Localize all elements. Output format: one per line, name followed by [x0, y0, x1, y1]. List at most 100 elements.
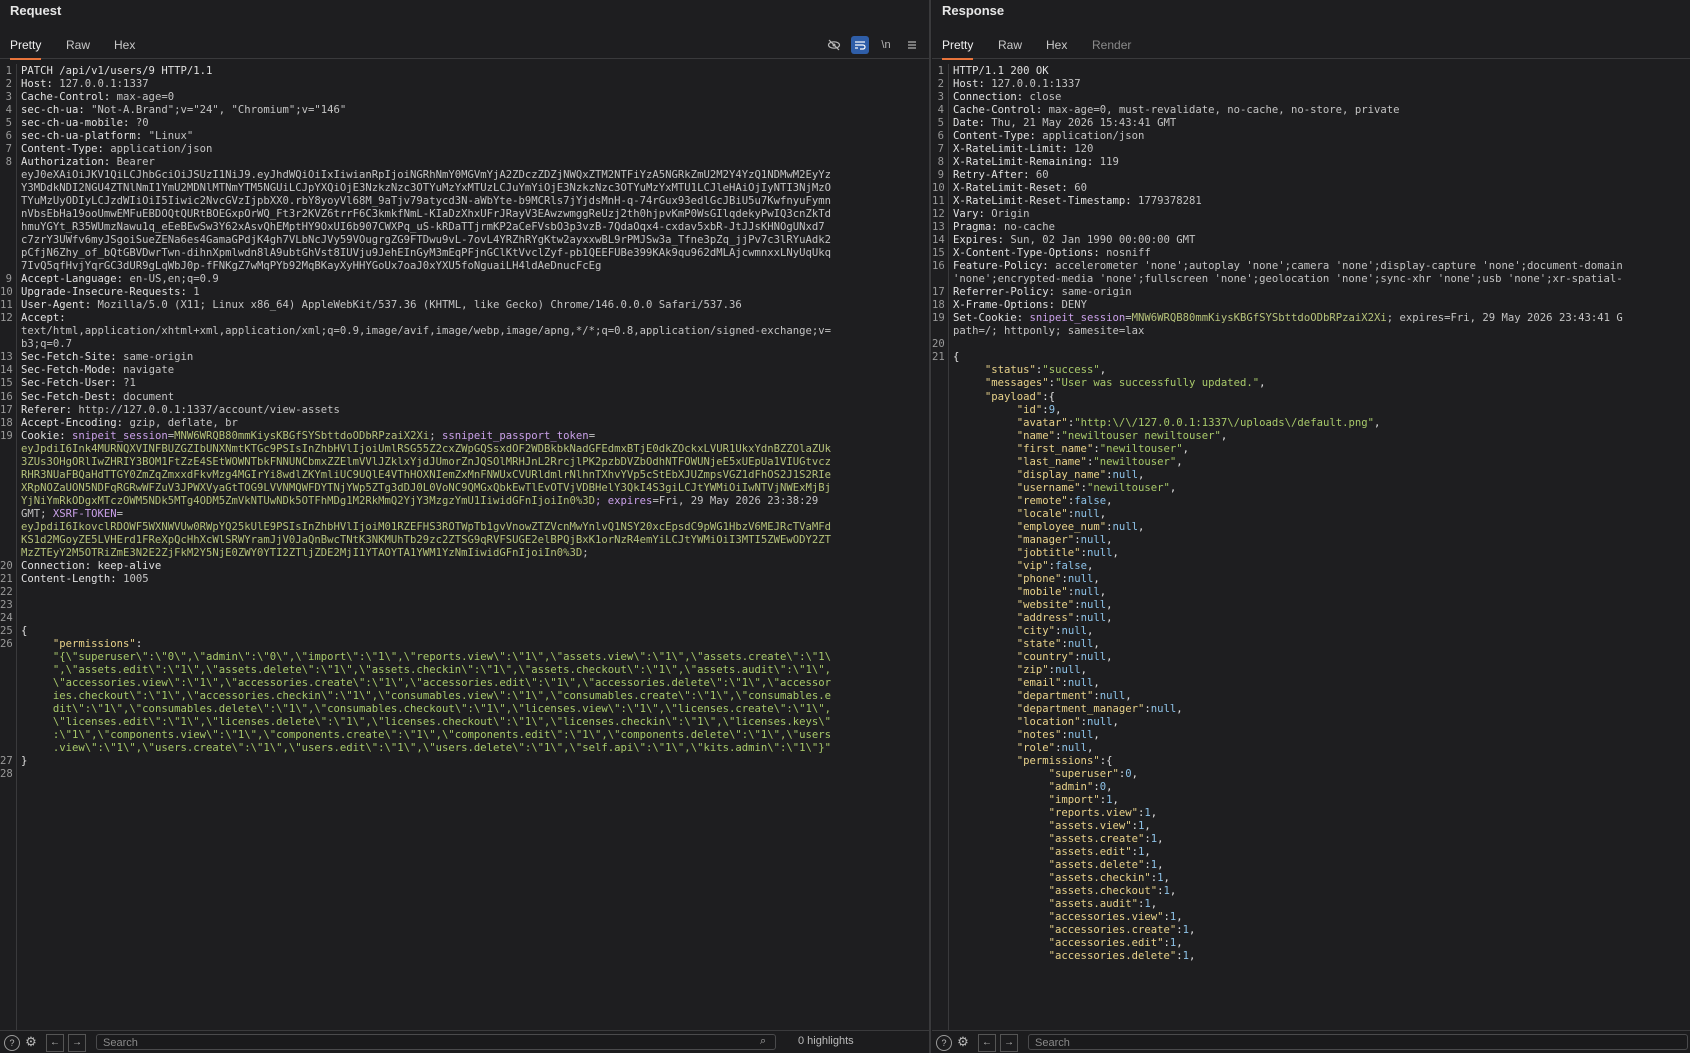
code-token: ,: [1157, 859, 1164, 872]
response-line: "role":null,: [932, 741, 1690, 755]
code-token: eyJ0eXAiOiJKV1QiLCJhbGciOiJSUzI1NiJ9.eyJ…: [21, 169, 832, 182]
request-tab-raw[interactable]: Raw: [66, 38, 90, 58]
line-code: RHR3NUaFBQaHdTTGY0ZmZqZmxxdFkvMzg4MGIrYi…: [21, 468, 927, 482]
wrap-icon[interactable]: [851, 36, 869, 54]
response-line: "messages":"User was successfully update…: [932, 376, 1690, 390]
request-line: 11 User-Agent: Mozilla/5.0 (X11; Linux x8…: [0, 298, 929, 312]
response-line: "locale":null,: [932, 507, 1690, 521]
code-token: ,: [1182, 442, 1190, 455]
newline-icon[interactable]: \n: [877, 36, 895, 54]
code-token: null: [1080, 533, 1107, 546]
response-line: "last_name":"newiltouser",: [932, 455, 1690, 469]
response-tab-render[interactable]: Render: [1092, 38, 1131, 58]
back-arrow-icon[interactable]: ←: [978, 1034, 996, 1052]
help-icon[interactable]: ?: [936, 1035, 952, 1051]
gear-icon[interactable]: ⚙: [24, 1035, 38, 1049]
code-token: null: [1150, 702, 1177, 715]
code-token: XSRF-TOKEN: [52, 507, 117, 520]
code-token: "zip": [1016, 663, 1049, 676]
code-token: "accessories.delete": [1048, 950, 1177, 963]
code-token: "role": [1016, 742, 1056, 755]
code-token: c7zrY3UWfv6myJSgoiSueZENa6es4GamaGPdjK4g…: [21, 234, 832, 247]
line-code: ies.checkout\":\"1\",\"accessories.check…: [21, 689, 927, 703]
code-token: GMT;: [21, 507, 53, 520]
response-tab-pretty[interactable]: Pretty: [942, 38, 974, 60]
code-token: null: [1055, 663, 1081, 676]
line-code: Sec-Fetch-Mode: navigate: [21, 363, 927, 377]
line-code: "permissions":: [21, 637, 927, 651]
request-line: 2 Host: 127.0.0.1:1337: [0, 77, 929, 91]
request-line: 19 Cookie: snipeit_session = MNW6WRQB80mmKi…: [0, 429, 929, 443]
code-token: null: [1067, 572, 1094, 585]
help-icon[interactable]: ?: [4, 1035, 20, 1051]
code-token: ,: [1112, 794, 1119, 807]
response-editor[interactable]: 1 HTTP/1.1 200 OK 2 Host: 127.0.0.1:1337 3 Co…: [932, 64, 1690, 1031]
back-arrow-icon[interactable]: ←: [46, 1034, 64, 1052]
response-search-input[interactable]: Search: [1028, 1034, 1688, 1050]
response-line: "accessories.delete":1,: [932, 949, 1690, 963]
code-token: ;: [582, 546, 589, 559]
line-code: "jobtitle":null,: [953, 546, 1688, 560]
code-token: 'none';encrypted-media 'none';fullscreen…: [953, 273, 1623, 286]
code-token: ssnipeit_passport_token: [441, 429, 589, 442]
response-line: "permissions":{: [932, 754, 1690, 768]
code-token: "permissions": [1016, 755, 1100, 768]
forward-arrow-icon[interactable]: →: [1000, 1034, 1018, 1052]
response-line: "import":1,: [932, 793, 1690, 807]
code-token: :{: [1042, 390, 1056, 403]
line-number: 15: [932, 247, 945, 260]
code-token: "import": [1048, 794, 1100, 807]
line-code: "zip":null,: [953, 663, 1688, 677]
line-code: "location":null,: [953, 715, 1688, 729]
line-number: 28: [0, 768, 13, 781]
line-code: KS1d2MGoyZE5LVHErd1FReXpQcHhXcWlSRWYramJ…: [21, 533, 927, 547]
code-token: navigate: [123, 364, 175, 377]
request-line: eyJpdiI6Ink4MURNQXVINFBUZGZIbUNXNmtKTGc9…: [0, 442, 929, 456]
response-line: "location":null,: [932, 715, 1690, 729]
request-line: 21 Content-Length: 1005: [0, 572, 929, 586]
request-search-input[interactable]: Search: [96, 1034, 776, 1050]
response-tab-hex[interactable]: Hex: [1046, 38, 1067, 58]
line-code: dit\":\"1\",\"consumables.delete\":\"1\"…: [21, 702, 927, 716]
code-token: null: [1086, 546, 1113, 559]
code-token: "notes": [1016, 729, 1062, 742]
menu-icon[interactable]: [903, 36, 921, 54]
line-number: 3: [5, 91, 12, 104]
code-token: Host:: [953, 78, 992, 91]
line-code: "assets.edit":1,: [953, 845, 1688, 859]
response-line: 20: [932, 337, 1690, 351]
code-token: sec-ch-ua-platform:: [21, 130, 149, 143]
request-line: 24: [0, 611, 929, 625]
code-token: null: [1074, 585, 1100, 598]
request-tab-hex[interactable]: Hex: [114, 38, 135, 58]
code-token: "name": [1016, 429, 1056, 442]
request-line: 3 Cache-Control: max-age=0: [0, 90, 929, 104]
request-line: 9 Accept-Language: en-US,en;q=0.9: [0, 272, 929, 286]
forward-arrow-icon[interactable]: →: [68, 1034, 86, 1052]
request-editor[interactable]: 1 PATCH /api/v1/users/9 HTTP/1.1 2 Host: 12…: [0, 64, 929, 1031]
line-number: 11: [0, 299, 13, 312]
line-number: 7: [937, 143, 944, 156]
request-line: TYuMzUyODIyLCJzdWIiOiI5Iiwic2NvcGVzIjpbX…: [0, 194, 929, 208]
code-token: Expires:: [953, 234, 1011, 247]
response-line: "email":null,: [932, 676, 1690, 690]
response-tab-raw[interactable]: Raw: [998, 38, 1022, 58]
code-token: 119: [1099, 156, 1119, 169]
code-token: Accept:: [21, 312, 66, 325]
response-line: 1 HTTP/1.1 200 OK: [932, 64, 1690, 78]
code-token: "department_manager": [1016, 702, 1145, 715]
code-token: ,: [1150, 807, 1158, 820]
line-code: "accessories.delete":1,: [953, 949, 1688, 963]
code-token: pCfjN6Zhy_of_bQtGBVDwrTwn-dihnXpmlwdn8lA…: [21, 247, 832, 260]
code-token: ,: [1106, 781, 1113, 794]
request-tab-pretty[interactable]: Pretty: [10, 38, 42, 60]
eye-off-icon[interactable]: [825, 36, 843, 54]
response-line: "reports.view":1,: [932, 806, 1690, 820]
gear-icon[interactable]: ⚙: [956, 1035, 970, 1049]
